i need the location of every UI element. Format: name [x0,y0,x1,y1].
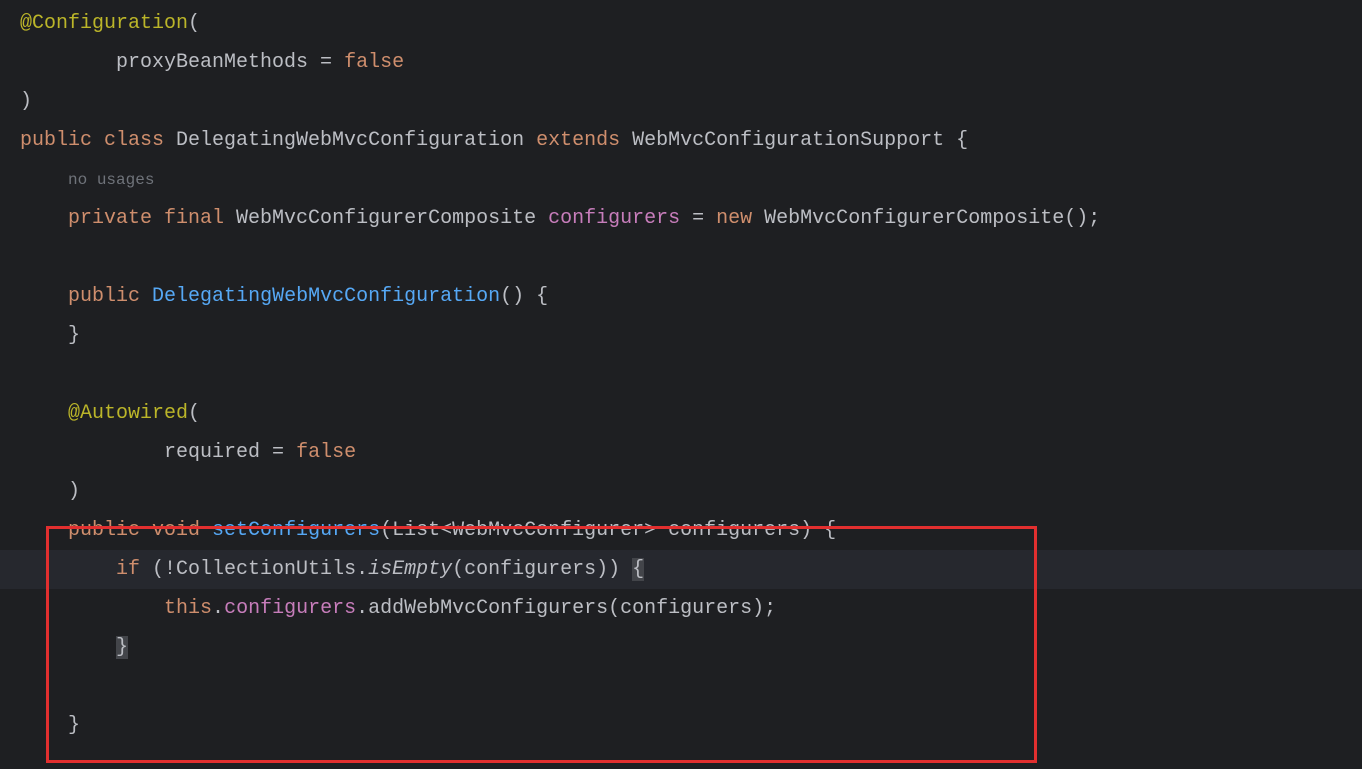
indent [20,480,68,503]
paren: ( [188,12,200,35]
keyword-final: final [152,207,236,230]
usage-hint[interactable]: no usages [68,171,154,189]
condition: (!CollectionUtils. [140,558,368,581]
code-line[interactable]: public DelegatingWebMvcConfiguration() { [20,277,1362,316]
keyword-public: public [68,285,140,308]
code-line[interactable]: ) [20,82,1362,121]
code-line-empty[interactable] [20,355,1362,394]
code-line[interactable]: } [20,706,1362,745]
code-line[interactable]: public void setConfigurers(List<WebMvcCo… [20,511,1362,550]
code-line[interactable]: } [20,316,1362,355]
code-line-empty[interactable] [20,667,1362,706]
code-line-empty[interactable] [20,238,1362,277]
code-editor[interactable]: @Configuration( proxyBeanMethods = false… [0,0,1362,745]
indent [20,558,116,581]
constructor-name: DelegatingWebMvcConfiguration [152,285,500,308]
indent [20,597,164,620]
keyword-public: public [20,129,92,152]
indent [20,207,68,230]
method-call: .addWebMvcConfigurers(configurers); [356,597,776,620]
indent [20,519,68,542]
keyword-private: private [68,207,152,230]
paren-close: ) [68,480,80,503]
property: proxyBeanMethods = [116,51,344,74]
keyword-this: this [164,597,212,620]
brace-close: } [68,324,80,347]
keyword-void: void [140,519,212,542]
matched-brace: } [116,636,128,659]
annotation: @Configuration [20,12,188,35]
indent [20,402,68,425]
code-line[interactable]: } [20,628,1362,667]
condition: (configurers)) [452,558,632,581]
method-name: setConfigurers [212,519,380,542]
indent [20,51,116,74]
code-line[interactable]: @Configuration( [20,4,1362,43]
brace-close: } [68,714,80,737]
indent [20,441,164,464]
bool-literal: false [296,441,356,464]
keyword-public: public [68,519,140,542]
annotation: @Autowired [68,402,188,425]
paren: ( [188,402,200,425]
indent [20,285,68,308]
bool-literal: false [344,51,404,74]
code-line[interactable]: required = false [20,433,1362,472]
code-line[interactable]: public class DelegatingWebMvcConfigurati… [20,121,1362,160]
indent [20,714,68,737]
indent [20,636,116,659]
keyword-new: new [716,207,752,230]
equals: = [680,207,716,230]
code-line-current[interactable]: if (!CollectionUtils.isEmpty(configurers… [0,550,1362,589]
tail: () { [500,285,548,308]
code-line[interactable]: private final WebMvcConfigurerComposite … [20,199,1362,238]
code-line[interactable]: no usages [20,160,1362,199]
code-line[interactable]: proxyBeanMethods = false [20,43,1362,82]
indent [20,324,68,347]
dot: . [212,597,224,620]
class-name: DelegatingWebMvcConfiguration [176,129,536,152]
constructor: WebMvcConfigurerComposite(); [752,207,1100,230]
field: configurers [548,207,680,230]
code-line[interactable]: this.configurers.addWebMvcConfigurers(co… [20,589,1362,628]
static-method: isEmpty [368,558,452,581]
matched-brace: { [632,558,644,581]
indent [20,168,68,191]
keyword-extends: extends [536,129,620,152]
space [140,285,152,308]
paren-close: ) [20,90,32,113]
field: configurers [224,597,356,620]
params: (List<WebMvcConfigurer> configurers) { [380,519,836,542]
code-line[interactable]: @Autowired( [20,394,1362,433]
super-class: WebMvcConfigurationSupport { [620,129,968,152]
code-line[interactable]: ) [20,472,1362,511]
property: required = [164,441,296,464]
keyword-class: class [92,129,176,152]
keyword-if: if [116,558,140,581]
type: WebMvcConfigurerComposite [236,207,548,230]
